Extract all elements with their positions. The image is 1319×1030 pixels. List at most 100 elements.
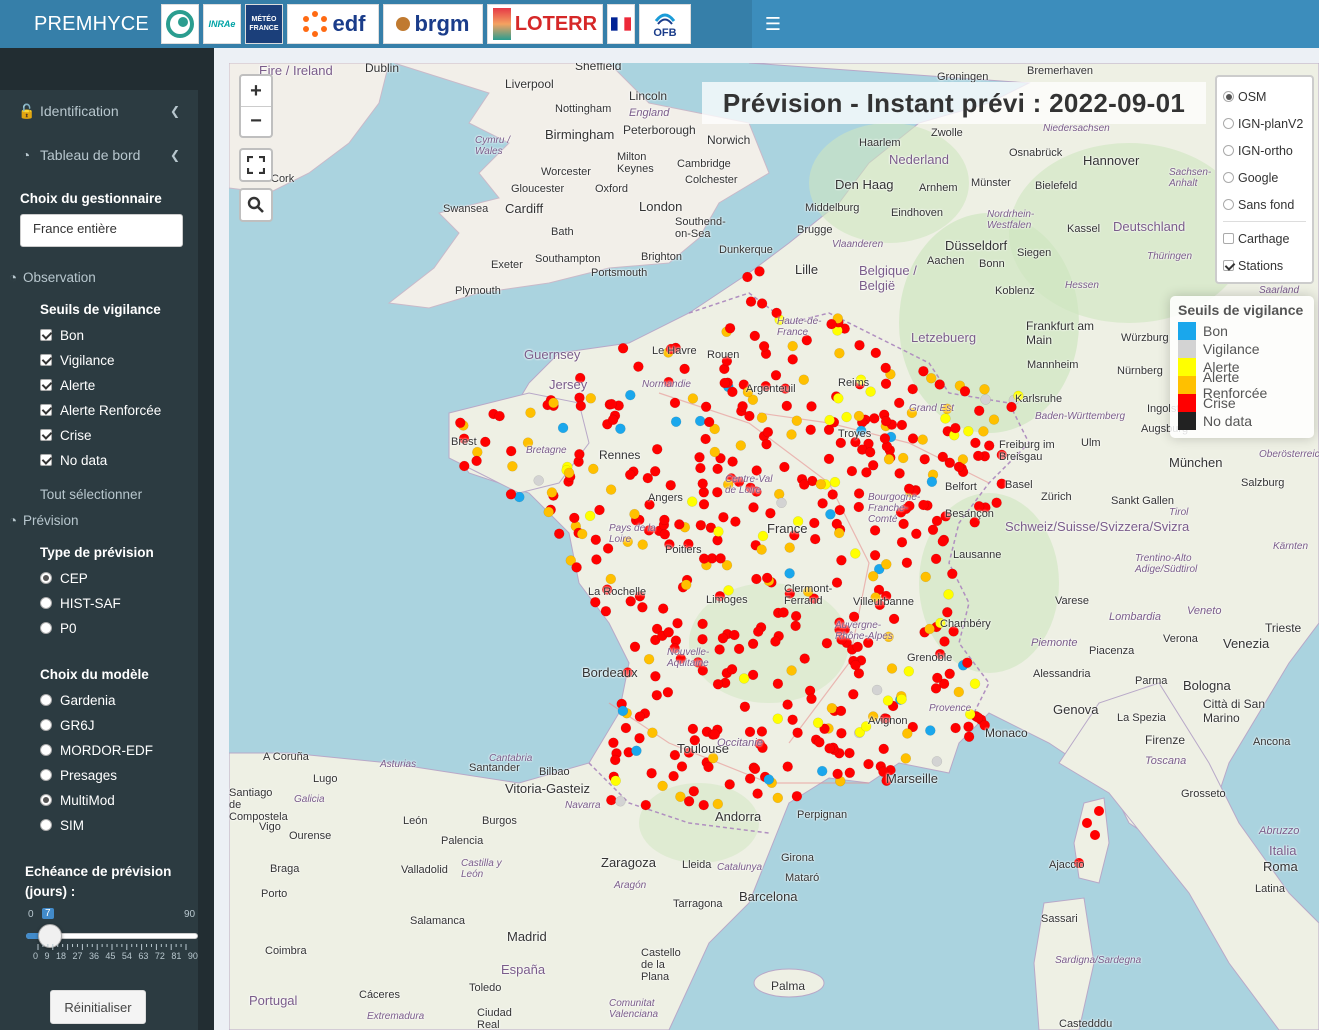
station-marker[interactable]	[781, 400, 793, 412]
station-marker[interactable]	[687, 723, 699, 735]
station-marker[interactable]	[761, 438, 772, 450]
station-marker[interactable]	[784, 568, 795, 579]
station-marker[interactable]	[686, 496, 698, 507]
station-marker[interactable]	[853, 501, 865, 513]
station-marker[interactable]	[744, 410, 755, 422]
station-marker[interactable]	[806, 401, 817, 412]
station-marker[interactable]	[455, 417, 466, 429]
station-marker[interactable]	[675, 791, 686, 802]
radio-button[interactable]	[40, 572, 52, 584]
station-marker[interactable]	[805, 424, 816, 435]
station-marker[interactable]	[953, 686, 965, 698]
station-marker[interactable]	[747, 669, 759, 681]
station-marker[interactable]	[543, 506, 554, 518]
radio-button[interactable]	[40, 769, 52, 781]
station-marker[interactable]	[942, 607, 953, 618]
station-marker[interactable]	[590, 596, 601, 608]
station-marker[interactable]	[724, 779, 735, 790]
station-marker[interactable]	[816, 765, 828, 777]
station-marker[interactable]	[688, 785, 700, 797]
station-marker[interactable]	[762, 426, 774, 438]
station-marker[interactable]	[571, 562, 582, 573]
station-marker[interactable]	[625, 389, 636, 401]
station-marker[interactable]	[563, 467, 575, 479]
station-marker[interactable]	[480, 436, 491, 448]
station-marker[interactable]	[472, 446, 483, 458]
station-marker[interactable]	[697, 618, 708, 630]
station-marker[interactable]	[756, 544, 767, 555]
station-marker[interactable]	[901, 557, 913, 568]
station-marker[interactable]	[640, 799, 652, 811]
station-marker[interactable]	[642, 472, 654, 484]
station-marker[interactable]	[848, 689, 859, 700]
station-marker[interactable]	[756, 726, 768, 737]
base-layer-ign-planv2[interactable]: IGN-planV2	[1223, 110, 1306, 137]
base-layer-google[interactable]: Google	[1223, 164, 1306, 191]
radio-button[interactable]	[40, 719, 52, 731]
station-marker[interactable]	[869, 550, 881, 561]
station-marker[interactable]	[880, 378, 892, 389]
station-marker[interactable]	[602, 543, 614, 554]
station-marker[interactable]	[983, 440, 995, 451]
station-marker[interactable]	[791, 415, 803, 426]
seuil-checkbox-bon[interactable]: Bon	[40, 326, 84, 344]
station-marker[interactable]	[505, 445, 517, 457]
station-marker[interactable]	[779, 461, 790, 473]
radio-button[interactable]	[40, 622, 52, 634]
station-marker[interactable]	[925, 725, 936, 736]
checkbox[interactable]	[40, 354, 52, 366]
base-layer-osm[interactable]: OSM	[1223, 83, 1306, 110]
station-marker[interactable]	[646, 767, 657, 779]
station-marker[interactable]	[709, 446, 721, 458]
station-marker[interactable]	[770, 636, 781, 647]
station-marker[interactable]	[930, 553, 942, 565]
station-marker[interactable]	[852, 641, 863, 653]
station-marker[interactable]	[1090, 830, 1100, 840]
station-marker[interactable]	[617, 343, 629, 354]
station-marker[interactable]	[786, 429, 797, 440]
station-marker[interactable]	[932, 672, 943, 684]
station-marker[interactable]	[980, 394, 991, 405]
station-marker[interactable]	[829, 476, 841, 488]
station-marker[interactable]	[712, 463, 723, 475]
station-marker[interactable]	[882, 695, 894, 706]
station-marker[interactable]	[576, 528, 588, 540]
station-marker[interactable]	[756, 412, 768, 423]
map-search-button[interactable]	[239, 188, 273, 222]
station-marker[interactable]	[782, 761, 793, 772]
station-marker[interactable]	[834, 504, 846, 516]
station-marker[interactable]	[698, 799, 709, 811]
model-radio-mordor-edf[interactable]: MORDOR-EDF	[40, 741, 153, 759]
station-marker[interactable]	[896, 419, 908, 431]
station-marker[interactable]	[817, 498, 828, 509]
checkbox[interactable]	[40, 379, 52, 391]
station-marker[interactable]	[832, 768, 843, 780]
station-marker[interactable]	[615, 796, 626, 807]
station-marker[interactable]	[739, 701, 751, 712]
model-radio-multimod[interactable]: MultiMod	[40, 791, 115, 809]
station-marker[interactable]	[744, 773, 756, 784]
station-marker[interactable]	[850, 659, 861, 671]
station-marker[interactable]	[698, 499, 710, 510]
station-marker[interactable]	[972, 450, 984, 462]
station-marker[interactable]	[553, 528, 565, 539]
station-marker[interactable]	[973, 405, 985, 416]
station-marker[interactable]	[683, 796, 695, 807]
station-marker[interactable]	[836, 727, 847, 739]
station-marker[interactable]	[787, 340, 798, 352]
station-marker[interactable]	[896, 536, 908, 548]
station-marker[interactable]	[798, 479, 810, 490]
station-marker[interactable]	[782, 699, 793, 710]
station-marker[interactable]	[791, 790, 803, 802]
reset-button[interactable]: Réinitialiser	[50, 990, 146, 1024]
station-marker[interactable]	[695, 519, 707, 531]
model-radio-presages[interactable]: Presages	[40, 766, 117, 784]
station-marker[interactable]	[687, 393, 699, 404]
sidebar-item-tableau-de-bord[interactable]: ◔ Tableau de bord ❮	[0, 135, 198, 175]
radio-button[interactable]	[1223, 172, 1234, 183]
checkbox[interactable]	[40, 329, 52, 341]
station-marker[interactable]	[903, 666, 915, 677]
radio-button[interactable]	[40, 694, 52, 706]
station-marker[interactable]	[870, 347, 882, 359]
station-marker[interactable]	[697, 478, 708, 489]
